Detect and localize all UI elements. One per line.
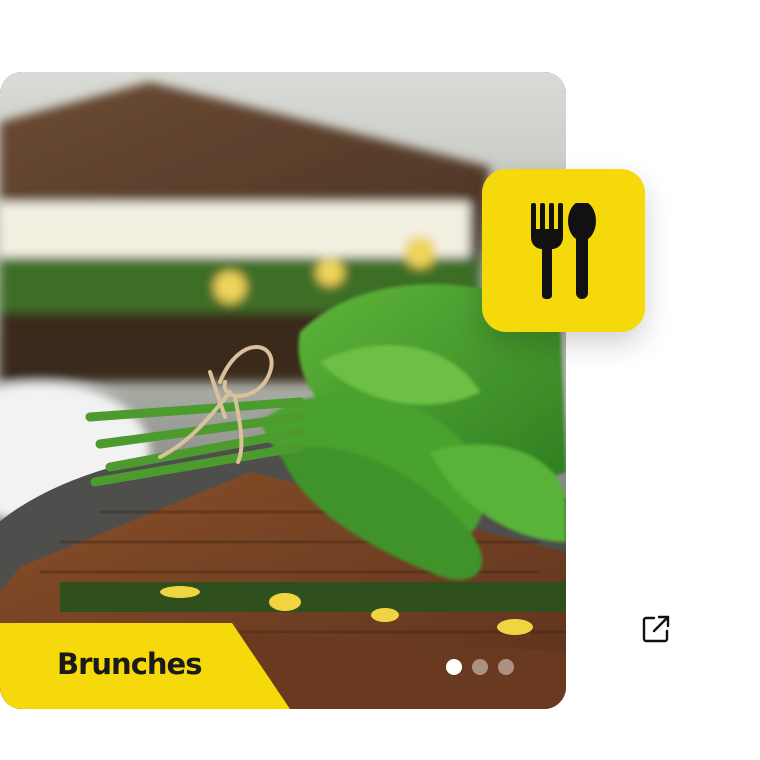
stage: Brunches <box>0 0 760 760</box>
external-link-button[interactable] <box>641 614 671 644</box>
carousel-dot-2[interactable] <box>472 659 488 675</box>
carousel-dot-1[interactable] <box>446 659 462 675</box>
external-link-icon <box>642 615 670 643</box>
carousel-dot-3[interactable] <box>498 659 514 675</box>
card-title: Brunches <box>57 647 202 681</box>
sandwich-photo <box>0 72 566 709</box>
food-card[interactable]: Brunches <box>0 72 566 709</box>
category-badge <box>482 169 645 332</box>
carousel-dots <box>446 659 514 675</box>
fork-spoon-icon <box>530 202 596 299</box>
